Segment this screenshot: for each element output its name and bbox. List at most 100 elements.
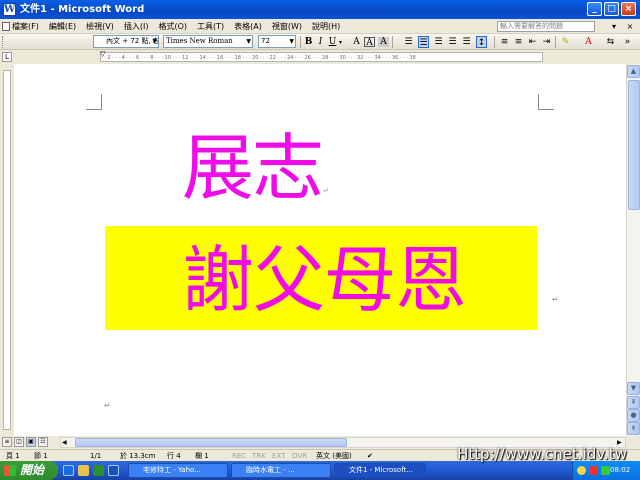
help-question-input[interactable]: 輸入需要解答的問題 [497,21,595,32]
outline-view-button[interactable]: ☷ [38,437,48,447]
menu-file[interactable]: 檔案(F) [12,21,39,32]
underline-button[interactable]: U [327,36,338,48]
menu-tools[interactable]: 工具(T) [197,21,224,32]
numbering-icon[interactable]: ≡ [499,36,510,48]
character-scale-button[interactable]: A [351,36,362,48]
menu-items: 檔案(F) 編輯(E) 檢視(V) 插入(I) 格式(O) 工具(T) 表格(A… [12,21,340,32]
scroll-up-button[interactable]: ▲ [627,65,640,78]
font-color-button[interactable]: A [583,36,594,48]
decrease-indent-icon[interactable]: ⇤ [527,36,538,48]
ruler-scale[interactable]: · · 2 · · · 4 · · · 6 · · · 8 · · · 10 ·… [100,52,543,62]
taskbar-item-plumber[interactable]: 臨時水電工 - ... [231,463,331,478]
minimize-button[interactable]: _ [587,2,602,16]
toolbar-separator [392,36,393,48]
menu-bar: 檔案(F) 編輯(E) 檢視(V) 插入(I) 格式(O) 工具(T) 表格(A… [0,19,640,34]
document-icon[interactable] [2,22,10,31]
align-left-icon[interactable]: ☰ [418,36,429,48]
paragraph-mark: ↵ [322,186,329,195]
status-trk[interactable]: TRK [252,451,266,461]
status-page-count: 1/1 [90,452,102,460]
vertical-scroll-thumb[interactable] [628,80,640,210]
word-app-icon[interactable]: W [3,3,16,16]
start-label: 開始 [20,463,45,477]
normal-view-button[interactable]: ≡ [2,437,12,447]
toolbar-separator [300,36,301,48]
chevron-down-icon: ▼ [246,38,251,45]
vertical-scrollbar[interactable]: ▲ ▼ ⇞ ● ⇟ [626,64,640,436]
taskbar-item-word[interactable]: 文件1 - Microsoft... [334,463,426,478]
scroll-left-button[interactable]: ◀ [62,438,67,447]
indent-marker-icon[interactable]: ▽ [100,51,105,58]
desktop-quicklaunch-icon[interactable] [78,465,89,476]
spelling-check-icon[interactable]: ✔ [367,451,373,461]
status-ovr[interactable]: OVR [292,451,307,461]
close-button[interactable]: × [621,2,636,16]
menu-view[interactable]: 檢視(V) [86,21,114,32]
heading-text[interactable]: 展志↵ [182,128,329,208]
web-layout-view-button[interactable]: ◫ [14,437,24,447]
media-quicklaunch-icon[interactable] [93,465,104,476]
bullets-icon[interactable]: ≡ [513,36,524,48]
maximize-button[interactable]: □ [604,2,619,16]
tab-stop-selector[interactable]: L [2,52,12,62]
menu-edit[interactable]: 編輯(E) [49,21,76,32]
clock[interactable]: 08:02 [610,465,630,475]
select-browse-object-button[interactable]: ● [627,409,640,422]
align-center-icon[interactable]: ☰ [433,36,444,48]
tray-icon[interactable] [577,466,586,475]
bold-button[interactable]: B [303,36,314,48]
status-rec[interactable]: REC [232,451,246,461]
app-quicklaunch-icon[interactable] [108,465,119,476]
previous-page-button[interactable]: ⇞ [627,396,640,409]
font-dropdown[interactable]: Times New Roman ▼ [163,35,253,48]
font-value: Times New Roman [166,37,233,45]
paragraph-mark: ↵ [104,401,111,410]
next-page-button[interactable]: ⇟ [627,422,640,435]
menu-table[interactable]: 表格(A) [234,21,262,32]
horizontal-ruler[interactable]: · · 2 · · · 4 · · · 6 · · · 8 · · · 10 ·… [0,50,640,64]
line-spacing-icon[interactable]: ↕ [476,36,487,48]
ie-quicklaunch-icon[interactable] [63,465,74,476]
menu-help[interactable]: 說明(H) [312,21,340,32]
tray-icon[interactable] [601,466,610,475]
print-layout-view-button[interactable]: ▣ [26,437,36,447]
crop-mark [86,94,102,110]
windows-logo-icon [4,465,16,476]
style-dropdown[interactable]: 內文 + 72 點, 左 ▼ [93,35,159,48]
toolbar-grip[interactable] [2,36,5,48]
document-page[interactable]: 展志↵ 謝父母恩 ↵ ↵ [14,64,626,436]
title-bar[interactable]: W 文件1 - Microsoft Word _ □ × [0,0,640,19]
align-right-icon[interactable]: ☰ [447,36,458,48]
menu-insert[interactable]: 插入(I) [124,21,149,32]
character-border-button[interactable]: A [364,37,375,48]
increase-indent-icon[interactable]: ⇥ [541,36,552,48]
status-ext[interactable]: EXT [272,451,285,461]
chevron-down-icon[interactable]: ▾ [339,39,342,46]
font-size-dropdown[interactable]: 72 ▼ [258,35,296,48]
character-shading-button[interactable]: A [378,37,389,47]
chevron-down-icon: ▼ [289,38,294,45]
body-text[interactable]: 謝父母恩 [182,240,467,320]
document-close-menu-icon[interactable]: ▾ [608,21,620,32]
watermark-text: Http://www.cnet.idv.tw [457,445,627,463]
distributed-align-icon[interactable]: ☰ [403,36,414,48]
justify-icon[interactable]: ☰ [461,36,472,48]
crop-mark [538,94,554,110]
italic-button[interactable]: I [315,36,326,48]
more-buttons-icon[interactable]: » [622,36,633,48]
tray-icon[interactable] [589,466,598,475]
menu-format[interactable]: 格式(O) [158,21,187,32]
menu-window[interactable]: 視窗(W) [272,21,302,32]
paragraph-mark: ↵ [552,295,559,304]
status-line: 行 4 [167,452,181,460]
status-column: 欄 1 [195,452,209,460]
vertical-ruler[interactable] [0,64,14,436]
text-direction-icon[interactable]: ⇆ [605,36,616,48]
taskbar-item-yahoo[interactable]: 宅修特工 - Yaho... [128,463,228,478]
highlight-icon[interactable]: ✎ [560,36,571,48]
status-language[interactable]: 英文 (美國) [316,451,352,461]
horizontal-scroll-thumb[interactable] [75,438,347,447]
formatting-toolbar: A̲ 內文 + 72 點, 左▼ Times New Roman▼ 72▼ B … [0,34,640,50]
scroll-down-button[interactable]: ▼ [627,382,640,395]
document-close-icon[interactable]: × [624,21,636,32]
